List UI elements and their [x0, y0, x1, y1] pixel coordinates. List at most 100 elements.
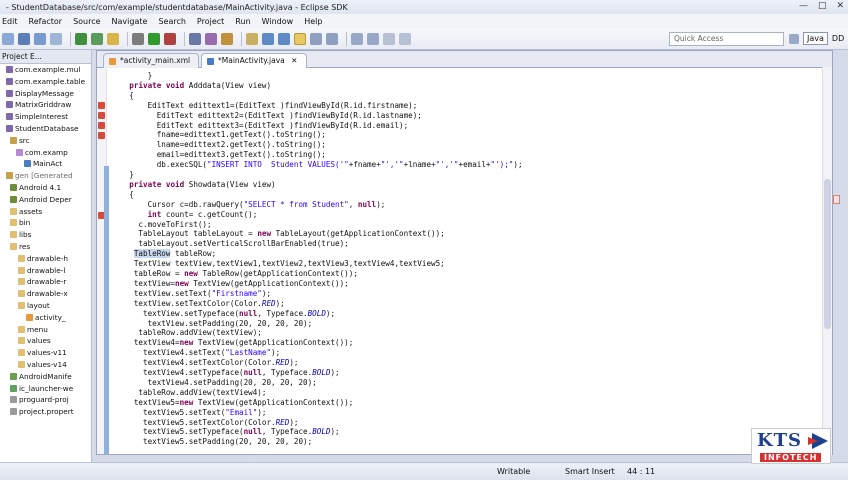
- code-area[interactable]: } private void Adddata(View view) { Edit…: [111, 68, 815, 454]
- tree-item[interactable]: drawable-x: [0, 288, 91, 300]
- overview-ruler-marker[interactable]: [833, 195, 840, 204]
- block-selection-icon[interactable]: [310, 32, 322, 45]
- tree-item[interactable]: gen [Generated: [0, 170, 91, 182]
- tree-item-icon: [18, 337, 25, 345]
- tree-item[interactable]: MainAct: [0, 158, 91, 170]
- quick-access-input[interactable]: Quick Access: [669, 32, 784, 46]
- code-line: textView.setTypeface(null, Typeface.BOLD…: [111, 308, 336, 318]
- editor-vertical-scrollbar[interactable]: [822, 67, 832, 455]
- tree-item-label: project.propert: [19, 407, 74, 417]
- show-whitespace-icon[interactable]: [326, 32, 338, 45]
- tree-item[interactable]: DisplayMessage: [0, 88, 91, 100]
- code-line: }: [111, 170, 134, 179]
- tree-item[interactable]: StudentDatabase: [0, 123, 91, 135]
- pin-editor-icon[interactable]: [399, 32, 411, 45]
- menu-help[interactable]: Help: [304, 17, 322, 26]
- code-line: TextView textView,textView1,textView2,te…: [111, 259, 445, 269]
- tree-item-icon: [6, 101, 13, 109]
- avd-manager-icon[interactable]: [91, 32, 103, 45]
- menu-edit[interactable]: Edit: [2, 17, 18, 26]
- open-task-icon[interactable]: [205, 32, 217, 45]
- error-marker-icon[interactable]: [98, 112, 105, 119]
- editor-tabs: *activity_main.xml *MainActivity.java ✕: [97, 51, 832, 68]
- tree-item[interactable]: com.examp: [0, 147, 91, 159]
- menu-refactor[interactable]: Refactor: [29, 17, 63, 26]
- menu-navigate[interactable]: Navigate: [112, 17, 148, 26]
- tree-item[interactable]: res: [0, 241, 91, 253]
- debug-icon[interactable]: [132, 32, 144, 45]
- tree-item[interactable]: com.example.mul: [0, 64, 91, 76]
- package-explorer-tab[interactable]: Project E...: [0, 50, 91, 64]
- error-marker-icon[interactable]: [98, 132, 105, 139]
- tree-item[interactable]: AndroidManife: [0, 371, 91, 383]
- tree-item[interactable]: SimpleInterest: [0, 111, 91, 123]
- close-tab-icon[interactable]: ✕: [291, 56, 297, 65]
- error-marker-icon[interactable]: [98, 102, 105, 109]
- tree-item-icon: [18, 301, 25, 309]
- tree-item[interactable]: bin: [0, 217, 91, 229]
- code-line: tableRow = new TableRow(getApplicationCo…: [111, 269, 358, 278]
- toggle-mark-occurrences-icon[interactable]: [294, 32, 306, 45]
- tree-item-icon: [18, 278, 25, 286]
- tree-item[interactable]: project.propert: [0, 406, 91, 418]
- tab-mainactivity-java[interactable]: *MainActivity.java ✕: [201, 53, 307, 68]
- menu-source[interactable]: Source: [73, 17, 100, 26]
- tree-item[interactable]: menu: [0, 324, 91, 336]
- tree-item-icon: [10, 408, 17, 416]
- perspective-ddms[interactable]: DD: [832, 34, 844, 43]
- tab-activity-main-xml[interactable]: *activity_main.xml: [103, 53, 199, 68]
- code-line: tableLayout.setVerticalScrollBarEnabled(…: [111, 239, 349, 249]
- perspective-java[interactable]: Java: [803, 32, 828, 45]
- menu-window[interactable]: Window: [262, 17, 294, 26]
- close-icon[interactable]: ✕: [836, 1, 844, 11]
- tree-item[interactable]: assets: [0, 206, 91, 218]
- tree-item[interactable]: ic_launcher-we: [0, 383, 91, 395]
- tree-item[interactable]: layout: [0, 300, 91, 312]
- save-icon[interactable]: [18, 32, 30, 45]
- tree-item[interactable]: values-v11: [0, 347, 91, 359]
- prev-annotation-icon[interactable]: [278, 32, 290, 45]
- save-all-icon[interactable]: [34, 32, 46, 45]
- tree-item[interactable]: proguard-proj: [0, 394, 91, 406]
- tree-item[interactable]: activity_: [0, 312, 91, 324]
- tree-item[interactable]: values-v14: [0, 359, 91, 371]
- tree-item[interactable]: drawable-l: [0, 265, 91, 277]
- tree-item[interactable]: libs: [0, 229, 91, 241]
- tree-item[interactable]: drawable-h: [0, 253, 91, 265]
- android-sdk-icon[interactable]: [75, 32, 87, 45]
- code-line: textView5.setText("Email");: [111, 407, 267, 417]
- maximize-icon[interactable]: □: [818, 1, 827, 11]
- scrollbar-thumb[interactable]: [824, 179, 831, 329]
- minimize-icon[interactable]: —: [799, 1, 808, 11]
- menu-project[interactable]: Project: [197, 17, 224, 26]
- code-line: textView.setPadding(20, 20, 20, 20);: [111, 318, 313, 328]
- run-icon[interactable]: [148, 32, 160, 45]
- lint-icon[interactable]: [107, 32, 119, 45]
- next-annotation-icon[interactable]: [262, 32, 274, 45]
- code-line: }: [111, 71, 153, 80]
- tree-item[interactable]: com.example.table: [0, 76, 91, 88]
- tree-item[interactable]: values: [0, 335, 91, 347]
- print-icon[interactable]: [50, 32, 62, 45]
- back-icon[interactable]: [351, 32, 363, 45]
- tree-item[interactable]: src: [0, 135, 91, 147]
- last-edit-icon[interactable]: [383, 32, 395, 45]
- search-icon[interactable]: [221, 32, 233, 45]
- tree-item[interactable]: drawable-r: [0, 276, 91, 288]
- open-perspective-icon[interactable]: [789, 33, 799, 44]
- error-marker-icon[interactable]: [98, 122, 105, 129]
- tree-item[interactable]: Android Deper: [0, 194, 91, 206]
- tree-item[interactable]: MatrixGriddraw: [0, 99, 91, 111]
- open-type-icon[interactable]: [189, 32, 201, 45]
- external-tools-icon[interactable]: [164, 32, 176, 45]
- new-icon[interactable]: [2, 32, 14, 45]
- code-line: c.moveToFirst();: [111, 219, 212, 229]
- tree-item-label: MatrixGriddraw: [15, 100, 72, 110]
- forward-icon[interactable]: [367, 32, 379, 45]
- menu-search[interactable]: Search: [158, 17, 185, 26]
- menu-run[interactable]: Run: [235, 17, 250, 26]
- code-line: textView5=new TextView(getApplicationCon…: [111, 397, 354, 407]
- menu-bar: Edit Refactor Source Navigate Search Pro…: [0, 14, 848, 28]
- tree-item[interactable]: Android 4.1: [0, 182, 91, 194]
- annotation-icon[interactable]: [246, 32, 258, 45]
